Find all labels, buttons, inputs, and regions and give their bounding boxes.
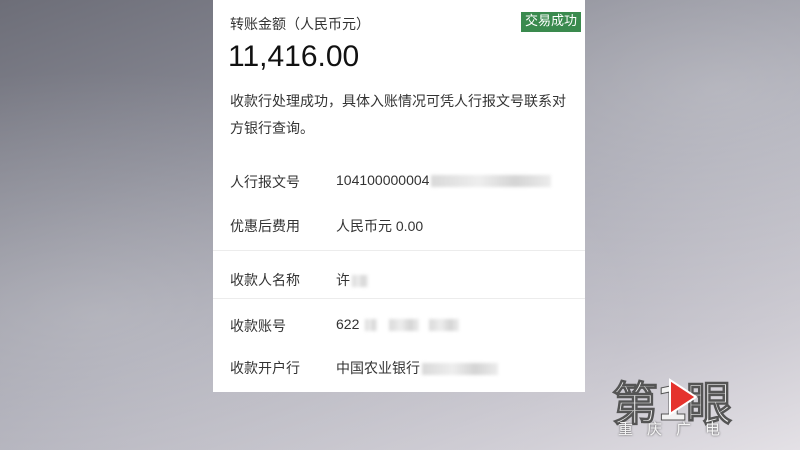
redaction-blur (389, 319, 420, 332)
payee-name-value: 许 (336, 270, 368, 290)
redaction-blur (352, 275, 368, 288)
bank-text: 中国农业银行 (336, 360, 420, 376)
ref-number-label: 人行报文号 (230, 175, 300, 191)
channel-logo: 第1眼 重庆广电 (611, 368, 762, 440)
ref-number-text: 104100000004 (336, 172, 430, 188)
redaction-blur (431, 175, 552, 188)
bank-value: 中国农业银行 (336, 358, 498, 378)
redaction-blur (429, 319, 460, 332)
ref-number-value: 104100000004 (336, 172, 552, 188)
status-badge: 交易成功 (520, 12, 581, 32)
account-text: 622 (336, 316, 360, 332)
play-icon (669, 378, 698, 416)
fee-value: 人民币元 0.00 (336, 218, 424, 234)
divider (213, 250, 585, 251)
divider (213, 298, 585, 299)
transfer-receipt-card: 转账金额（人民币元） 交易成功 11,416.00 收款行处理成功，具体入账情况… (213, 0, 585, 392)
status-description: 收款行处理成功，具体入账情况可凭人行报文号联系对方银行查询。 (230, 94, 566, 137)
payee-name-text: 许 (336, 272, 350, 288)
payee-name-label: 收款人名称 (230, 273, 300, 289)
amount-label: 转账金额（人民币元） (230, 17, 370, 33)
transfer-amount: 11,416.00 (228, 40, 360, 73)
bank-label: 收款开户行 (230, 361, 300, 377)
account-value: 622 (336, 316, 460, 332)
logo-sub-text: 重庆广电 (618, 420, 735, 438)
redaction-blur (365, 319, 378, 332)
fee-label: 优惠后费用 (230, 219, 300, 235)
account-label: 收款账号 (230, 319, 286, 335)
redaction-blur (422, 363, 498, 376)
